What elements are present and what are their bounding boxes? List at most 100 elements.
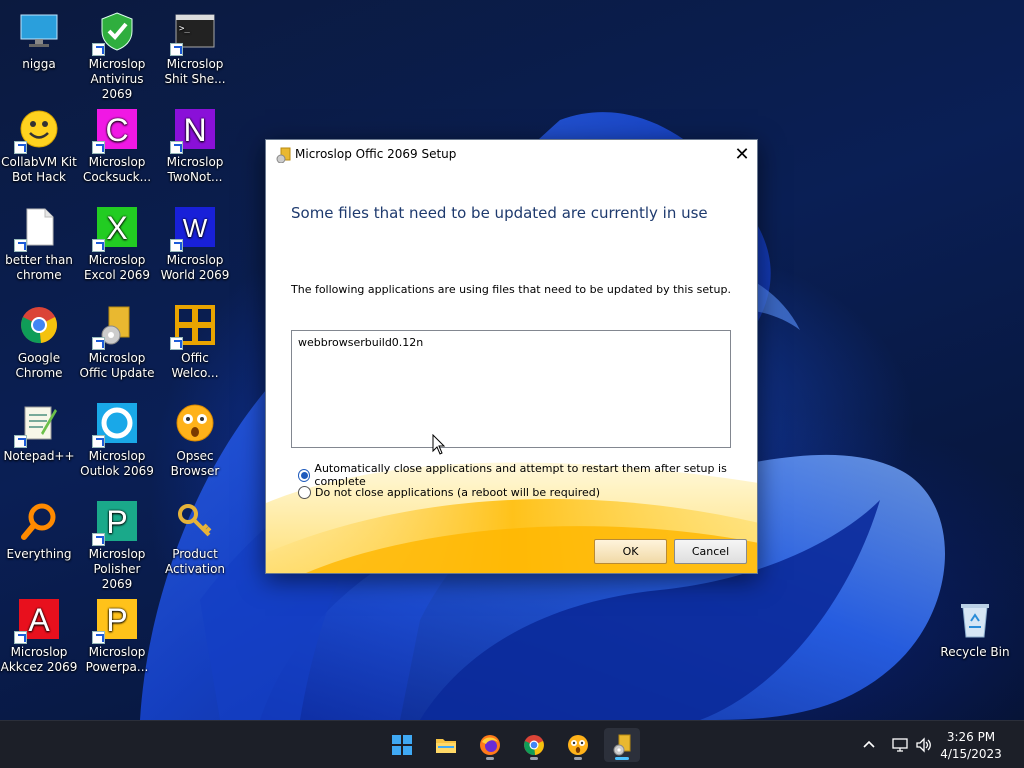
dialog-titlebar[interactable]: Microslop Offic 2069 Setup ✕ xyxy=(266,140,757,169)
svg-text:>_: >_ xyxy=(179,24,190,34)
svg-text:X: X xyxy=(106,210,127,246)
option-auto-close-label: Automatically close applications and att… xyxy=(314,462,727,488)
desktop-icon-label: Notepad++ xyxy=(3,449,75,463)
windows-start-icon xyxy=(392,735,412,755)
desktop-icon-label: Product Activation xyxy=(164,547,226,576)
magnifier-icon xyxy=(19,501,59,541)
clock-date: 4/15/2023 xyxy=(940,747,1002,761)
shocked-face-icon xyxy=(568,735,588,755)
taskbar-office-setup[interactable] xyxy=(604,728,640,762)
desktop-icon-google-chrome[interactable]: Google Chrome xyxy=(0,302,78,381)
desktop-icon-everything[interactable]: Everything xyxy=(0,498,78,562)
desktop-icon-recycle-bin[interactable]: Recycle Bin xyxy=(936,596,1014,660)
keys-icon xyxy=(175,501,215,541)
recycle-bin-icon xyxy=(955,599,995,639)
desktop-icon-label: Microslop Offic Update xyxy=(79,351,155,380)
desktop-icon-polisher[interactable]: P Microslop Polisher 2069 xyxy=(78,498,156,592)
chrome-icon xyxy=(19,305,59,345)
taskbar-opsec-browser[interactable] xyxy=(560,728,596,762)
desktop-icon-shit-shell[interactable]: >_ Microslop Shit She... xyxy=(156,8,234,87)
desktop-icon-akkcez[interactable]: A Microslop Akkcez 2069 xyxy=(0,596,78,675)
shortcut-arrow-icon xyxy=(92,631,105,644)
taskbar-file-explorer[interactable] xyxy=(428,728,464,762)
shortcut-arrow-icon xyxy=(14,239,27,252)
desktop-icon-outlok[interactable]: Microslop Outlok 2069 xyxy=(78,400,156,479)
desktop-icon-product-activation[interactable]: Product Activation xyxy=(156,498,234,577)
desktop-icon-label: Microslop Shit She... xyxy=(164,57,226,86)
ok-button[interactable]: OK xyxy=(594,539,667,564)
svg-text:W: W xyxy=(183,213,208,243)
desktop-icon-label: Everything xyxy=(6,547,72,561)
desktop-icon-label: Microslop Akkcez 2069 xyxy=(0,645,78,674)
svg-text:C: C xyxy=(105,112,128,148)
firefox-icon xyxy=(480,735,500,755)
taskbar-chrome[interactable] xyxy=(516,728,552,762)
desktop-icon-label: Opsec Browser xyxy=(170,449,220,478)
svg-text:A: A xyxy=(28,602,50,638)
svg-text:N: N xyxy=(183,112,206,148)
desktop-icon-label: Microslop Cocksuck... xyxy=(82,155,152,184)
folder-icon xyxy=(436,739,456,753)
shortcut-arrow-icon xyxy=(14,141,27,154)
setup-dialog: Microslop Offic 2069 Setup ✕ Some files … xyxy=(265,139,758,574)
volume-icon[interactable] xyxy=(915,736,933,754)
applications-listbox[interactable]: webbrowserbuild0.12n xyxy=(291,330,731,448)
radio-do-not-close[interactable] xyxy=(298,486,311,499)
desktop-icon-nigga[interactable]: nigga xyxy=(0,8,78,72)
desktop-icon-label: Google Chrome xyxy=(15,351,63,380)
chrome-icon xyxy=(524,735,544,756)
desktop-icon-label: Microslop Powerpa... xyxy=(85,645,149,674)
radio-auto-close[interactable] xyxy=(298,468,311,482)
running-indicator xyxy=(530,757,538,760)
office-setup-icon xyxy=(276,147,292,164)
show-hidden-icons-chevron-icon[interactable] xyxy=(860,736,878,754)
shortcut-arrow-icon xyxy=(14,631,27,644)
taskbar-firefox[interactable] xyxy=(472,728,508,762)
desktop-icon-label: nigga xyxy=(22,57,56,71)
taskbar: 3:26 PM 4/15/2023 xyxy=(0,720,1024,768)
desktop-icon-label: better than chrome xyxy=(5,253,73,282)
shortcut-arrow-icon xyxy=(92,239,105,252)
shortcut-arrow-icon xyxy=(92,337,105,350)
option-auto-close[interactable]: Automatically close applications and att… xyxy=(298,462,757,488)
shortcut-arrow-icon xyxy=(170,43,183,56)
running-indicator xyxy=(615,757,629,760)
desktop-icon-collabvm[interactable]: CollabVM Kit Bot Hack xyxy=(0,106,78,185)
desktop-icon-offic-welcome[interactable]: Offic Welco... xyxy=(156,302,234,381)
desktop-icon-powerpa[interactable]: P Microslop Powerpa... xyxy=(78,596,156,675)
shocked-face-icon xyxy=(175,403,215,443)
desktop-icon-label: Microslop Outlok 2069 xyxy=(80,449,154,478)
desktop-icon-opsec-browser[interactable]: Opsec Browser xyxy=(156,400,234,479)
desktop-icon-label: Offic Welco... xyxy=(171,351,219,380)
desktop-icon-excol[interactable]: X Microslop Excol 2069 xyxy=(78,204,156,283)
desktop-icon-twonot[interactable]: N Microslop TwoNot... xyxy=(156,106,234,185)
desktop-icon-label: CollabVM Kit Bot Hack xyxy=(1,155,77,184)
close-button[interactable]: ✕ xyxy=(727,140,757,169)
mouse-cursor-icon xyxy=(432,434,446,455)
cancel-button[interactable]: Cancel xyxy=(674,539,747,564)
option-do-not-close-label: Do not close applications (a reboot will… xyxy=(315,486,601,499)
network-icon[interactable] xyxy=(891,736,909,754)
monitor-icon xyxy=(19,11,59,51)
desktop-icon-better-than-chrome[interactable]: better than chrome xyxy=(0,204,78,283)
system-clock[interactable]: 3:26 PM 4/15/2023 xyxy=(936,729,1006,763)
dialog-description: The following applications are using fil… xyxy=(291,283,731,296)
running-indicator xyxy=(486,757,494,760)
desktop-icon-offic-update[interactable]: Microslop Offic Update xyxy=(78,302,156,381)
start-button[interactable] xyxy=(384,728,420,762)
desktop-icon-antivirus[interactable]: Microslop Antivirus 2069 xyxy=(78,8,156,102)
office-update-icon xyxy=(613,734,631,756)
desktop-icon-notepadpp[interactable]: Notepad++ xyxy=(0,400,78,464)
svg-text:P: P xyxy=(106,504,127,540)
shortcut-arrow-icon xyxy=(92,141,105,154)
desktop-icon-world[interactable]: W Microslop World 2069 xyxy=(156,204,234,283)
shortcut-arrow-icon xyxy=(92,533,105,546)
shortcut-arrow-icon xyxy=(92,435,105,448)
desktop-icon-label: Microslop Antivirus 2069 xyxy=(88,57,146,101)
desktop-icon-label: Microslop TwoNot... xyxy=(166,155,224,184)
shortcut-arrow-icon xyxy=(170,239,183,252)
desktop-icon-label: Microslop World 2069 xyxy=(160,253,230,282)
desktop-icon-cocksuck[interactable]: C Microslop Cocksuck... xyxy=(78,106,156,185)
list-item[interactable]: webbrowserbuild0.12n xyxy=(298,336,423,349)
option-do-not-close[interactable]: Do not close applications (a reboot will… xyxy=(298,486,600,499)
